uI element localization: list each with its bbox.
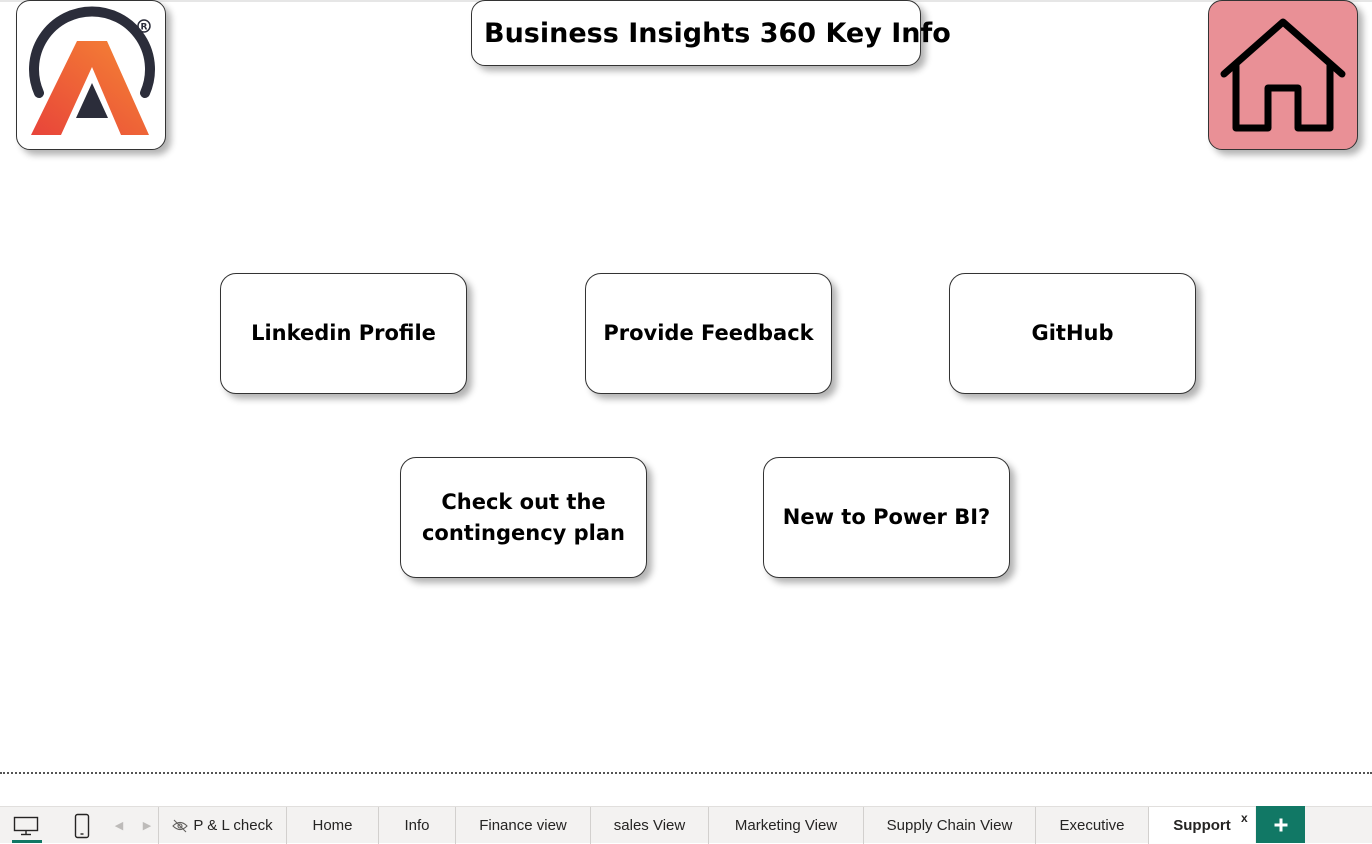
svg-text:R: R (141, 23, 148, 33)
tab-sales-view[interactable]: sales View (591, 807, 708, 844)
plus-icon (1274, 818, 1287, 831)
close-tab-button[interactable]: x (1241, 811, 1248, 825)
chevron-right-icon[interactable]: ▶ (138, 807, 156, 844)
new-to-power-bi-label: New to Power BI? (782, 505, 991, 529)
tab-info[interactable]: Info (379, 807, 455, 844)
tab-support[interactable]: Support (1149, 807, 1255, 844)
chevron-left-icon[interactable]: ◀ (110, 807, 128, 844)
provide-feedback-label: Provide Feedback (603, 321, 814, 345)
tab-label: Finance view (479, 817, 567, 834)
tab-label: Home (312, 817, 353, 834)
tab-label: Supply Chain View (886, 817, 1013, 834)
github-label: GitHub (1031, 321, 1114, 345)
github-button[interactable]: GitHub (949, 273, 1196, 394)
contingency-plan-label: Check out the contingency plan (421, 489, 626, 545)
brand-logo-card: R (16, 0, 166, 150)
eye-slash-icon (172, 819, 189, 832)
new-to-power-bi-button[interactable]: New to Power BI? (763, 457, 1010, 578)
tab-label: sales View (613, 817, 686, 834)
tab-label: P & L check (193, 817, 273, 834)
phone-icon (74, 813, 90, 838)
home-button[interactable] (1208, 0, 1358, 150)
linkedin-profile-label: Linkedin Profile (251, 321, 436, 345)
tab-label: Marketing View (734, 817, 838, 834)
page-tab-bar: ◀ ▶ P & L check Home Info Finance view s… (0, 806, 1372, 844)
tab-executive[interactable]: Executive (1036, 807, 1148, 844)
desktop-view-button[interactable] (8, 807, 44, 844)
tab-home[interactable]: Home (287, 807, 378, 844)
tab-supply-chain-view[interactable]: Supply Chain View (864, 807, 1035, 844)
tab-pl-check[interactable]: P & L check (159, 807, 286, 844)
page-title-card: Business Insights 360 Key Info (471, 0, 951, 66)
provide-feedback-button[interactable]: Provide Feedback (585, 273, 832, 394)
tab-label: Support (1173, 817, 1231, 834)
home-icon (1220, 18, 1346, 132)
canvas-bottom-divider (0, 772, 1372, 774)
tab-marketing-view[interactable]: Marketing View (709, 807, 863, 844)
linkedin-profile-button[interactable]: Linkedin Profile (220, 273, 467, 394)
mobile-view-button[interactable] (64, 807, 100, 844)
report-canvas: R Business Insights 360 Key Info Linkedi… (0, 0, 1372, 844)
brand-logo-icon: R (29, 6, 155, 135)
add-page-button[interactable] (1256, 806, 1305, 843)
tab-label: Info (404, 817, 430, 834)
tab-finance-view[interactable]: Finance view (456, 807, 590, 844)
contingency-plan-button[interactable]: Check out the contingency plan (400, 457, 647, 578)
tab-label: Executive (1059, 817, 1125, 834)
page-title: Business Insights 360 Key Info (484, 17, 951, 49)
desktop-icon (13, 816, 39, 835)
